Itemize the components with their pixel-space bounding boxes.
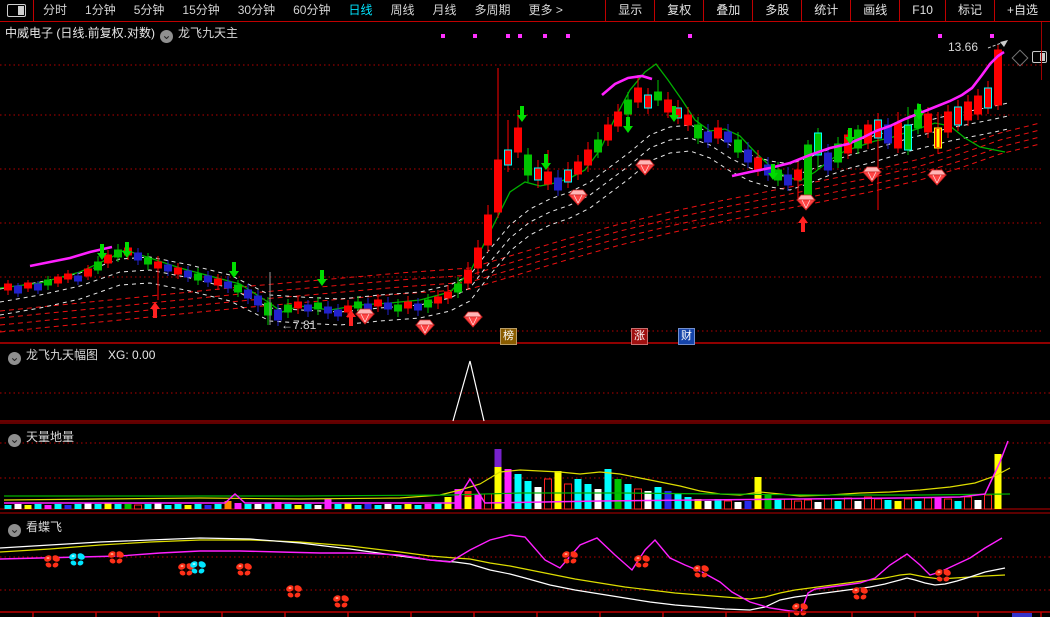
panel2-header: ⌄ 龙飞九天幅图 XG: 0.00 <box>3 346 155 365</box>
panel-right-border <box>1041 22 1042 80</box>
panel2-xg-value: XG: 0.00 <box>108 348 156 362</box>
panel4-title: 看蝶飞 <box>26 520 63 534</box>
split-window-icon[interactable] <box>1032 51 1047 63</box>
price-label-low: ←7.81 <box>281 318 317 332</box>
chevron-down-icon[interactable]: ⌄ <box>8 351 21 365</box>
marker-badge: 财 <box>678 328 695 345</box>
horizontal-scrollbar-thumb[interactable] <box>1012 613 1032 617</box>
panel3-title: 天量地量 <box>26 430 75 444</box>
panel2-title: 龙飞九天幅图 <box>26 348 99 362</box>
marker-badge: 榜 <box>500 328 517 345</box>
price-label-high: 13.66 <box>948 40 979 54</box>
panel4-header: ⌄ 看蝶飞 <box>3 518 62 537</box>
marker-badge: 涨 <box>631 328 648 345</box>
stock-title: 中威电子 (日线.前复权.对数) <box>5 26 155 40</box>
chevron-down-icon[interactable]: ⌄ <box>160 29 173 43</box>
chevron-down-icon[interactable]: ⌄ <box>8 523 21 537</box>
panel3-header: ⌄ 天量地量 <box>3 428 74 447</box>
chart-canvas[interactable] <box>0 0 1050 617</box>
main-chart-header: 中威电子 (日线.前复权.对数) ⌄ 龙飞九天主 <box>5 24 238 43</box>
chevron-down-icon[interactable]: ⌄ <box>8 433 21 447</box>
trading-app-window: 分时 1分钟 5分钟 15分钟 30分钟 60分钟 日线 周线 月线 多周期 更多 > 显示 复权 叠加… <box>0 0 1050 617</box>
main-indicator-name: 龙飞九天主 <box>178 26 239 40</box>
